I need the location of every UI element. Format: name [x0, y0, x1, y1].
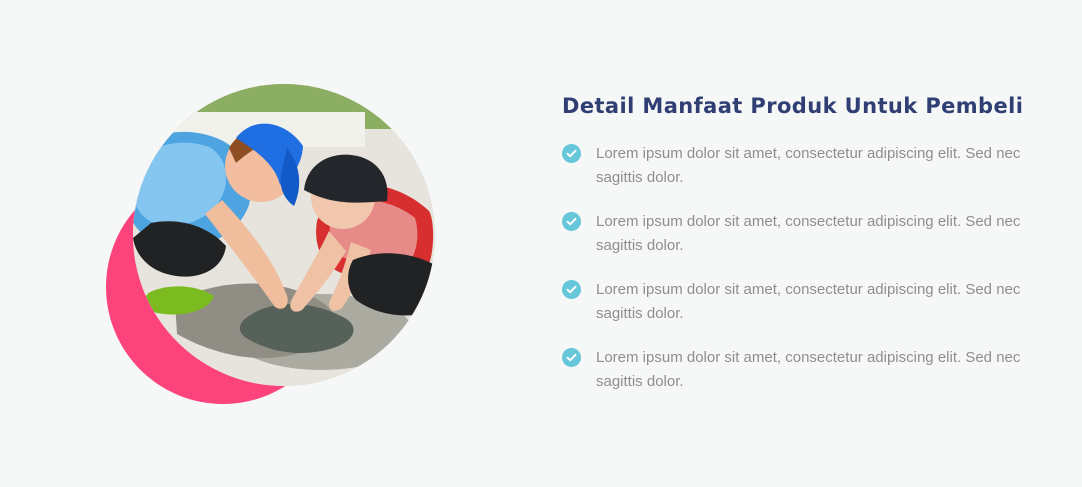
check-mark-icon: [566, 353, 577, 362]
feature-title: Detail Manfaat Produk Untuk Pembeli: [562, 94, 1024, 118]
check-mark-icon: [566, 285, 577, 294]
feature-content: Detail Manfaat Produk Untuk Pembeli Lore…: [562, 92, 1062, 414]
benefit-item: Lorem ipsum dolor sit amet, consectetur …: [562, 142, 1062, 190]
check-circle-icon: [562, 212, 581, 231]
benefit-item: Lorem ipsum dolor sit amet, consectetur …: [562, 210, 1062, 258]
benefit-item: Lorem ipsum dolor sit amet, consectetur …: [562, 346, 1062, 394]
benefit-item: Lorem ipsum dolor sit amet, consectetur …: [562, 278, 1062, 326]
check-circle-icon: [562, 348, 581, 367]
feature-media: [0, 0, 540, 487]
benefit-text: Lorem ipsum dolor sit amet, consectetur …: [596, 281, 1021, 322]
benefit-text: Lorem ipsum dolor sit amet, consectetur …: [596, 349, 1021, 390]
children-playing-photo: [133, 84, 435, 386]
check-circle-icon: [562, 144, 581, 163]
children-playing-illustration: [133, 84, 435, 386]
check-mark-icon: [566, 149, 577, 158]
benefit-list: Lorem ipsum dolor sit amet, consectetur …: [562, 142, 1062, 394]
benefit-text: Lorem ipsum dolor sit amet, consectetur …: [596, 213, 1021, 254]
benefit-text: Lorem ipsum dolor sit amet, consectetur …: [596, 145, 1021, 186]
check-circle-icon: [562, 280, 581, 299]
check-mark-icon: [566, 217, 577, 226]
